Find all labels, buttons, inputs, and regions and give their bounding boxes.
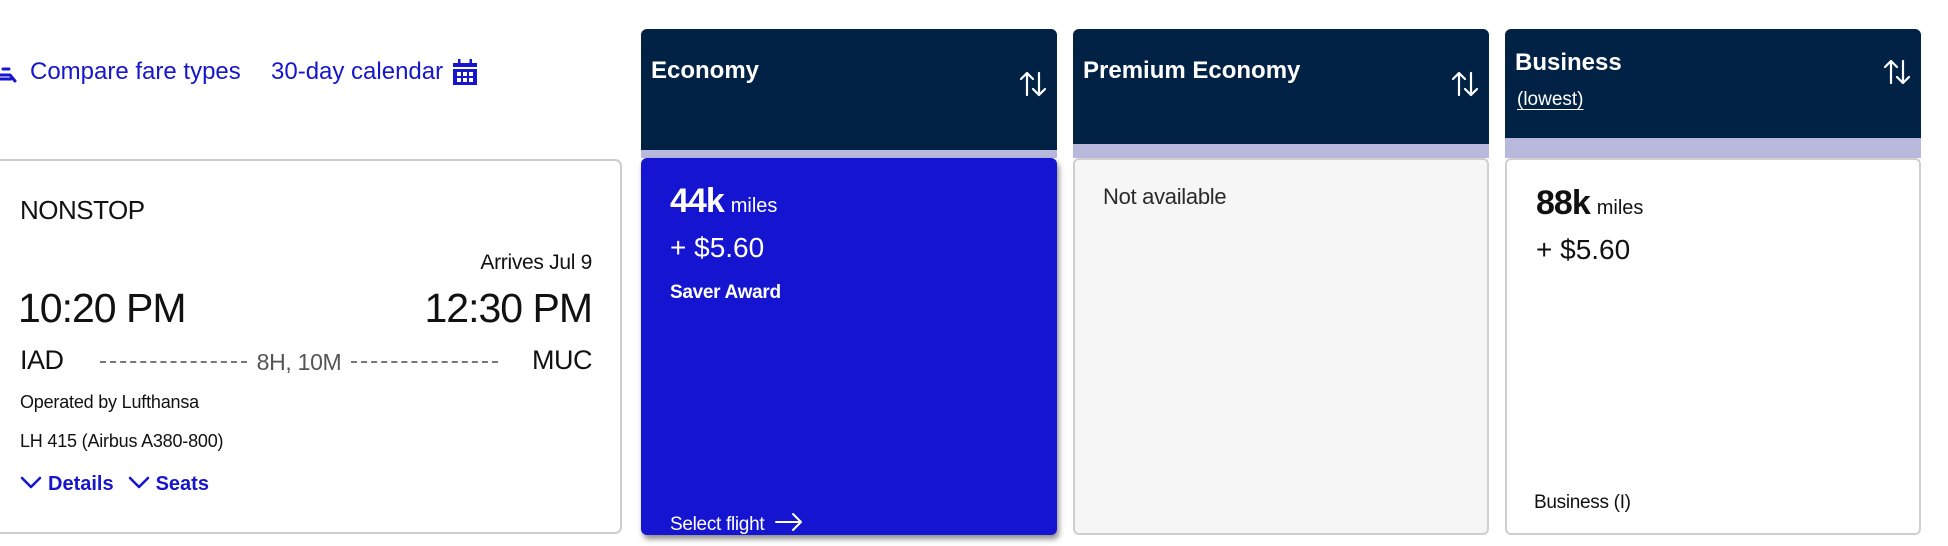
sort-arrows-icon[interactable] <box>1883 57 1911 92</box>
stops-label: NONSTOP <box>20 195 145 225</box>
departure-time: 10:20 PM <box>18 285 186 331</box>
origin-airport: IAD <box>20 345 64 375</box>
details-toggle[interactable]: Details <box>20 473 114 496</box>
miles-unit: miles <box>1596 197 1644 219</box>
cabin-booking-code: Business (I) <box>1534 492 1631 513</box>
seat-icon <box>0 59 20 85</box>
miles-price: 88k miles <box>1536 184 1643 223</box>
duration-row: 8H, 10M <box>90 347 508 377</box>
lowest-fare-link[interactable]: (lowest) <box>1517 89 1584 111</box>
route-line <box>351 361 499 363</box>
arrival-time: 12:30 PM <box>424 285 593 331</box>
chevron-down-icon <box>20 473 42 496</box>
cabin-title: Economy <box>651 57 760 84</box>
operated-by: Operated by Lufthansa <box>20 392 199 412</box>
seats-label: Seats <box>155 473 209 495</box>
not-available-message: Not available <box>1103 184 1227 209</box>
compare-fare-types-label: Compare fare types <box>30 58 241 85</box>
cash-price: + $5.60 <box>670 232 765 263</box>
miles-price: 44k miles <box>670 182 777 221</box>
miles-amount: 88k <box>1536 184 1591 222</box>
miles-unit: miles <box>730 195 778 217</box>
fare-strip <box>1505 138 1921 158</box>
select-flight-button[interactable]: Select flight <box>670 512 804 538</box>
calendar-icon <box>452 58 478 86</box>
fare-card-premium-economy: Not available <box>1073 158 1489 535</box>
compare-fare-types-link[interactable]: Compare fare types <box>0 54 241 90</box>
arrow-right-icon <box>774 512 804 538</box>
chevron-down-icon <box>128 473 150 496</box>
sort-arrows-icon[interactable] <box>1451 69 1479 104</box>
fare-strip <box>641 150 1057 158</box>
fare-card-business[interactable]: 88k miles + $5.60 Business (I) <box>1505 158 1921 535</box>
fare-strip <box>1073 144 1489 158</box>
flight-number: LH 415 (Airbus A380-800) <box>20 431 224 451</box>
thirty-day-calendar-link[interactable]: 30-day calendar <box>271 54 478 90</box>
fare-header-business[interactable]: Business (lowest) <box>1505 29 1921 138</box>
destination-airport: MUC <box>532 345 593 375</box>
arrival-date-note: Arrives Jul 9 <box>480 251 592 274</box>
fare-header-economy[interactable]: Economy <box>641 29 1057 150</box>
flight-details-card: NONSTOP Arrives Jul 9 10:20 PM 12:30 PM … <box>0 159 622 534</box>
fare-card-economy[interactable]: 44k miles + $5.60 Saver Award Select fli… <box>641 158 1057 535</box>
miles-amount: 44k <box>670 182 725 220</box>
cabin-title: Business <box>1515 49 1622 76</box>
flight-duration: 8H, 10M <box>256 348 342 375</box>
cash-price: + $5.60 <box>1536 234 1631 265</box>
details-label: Details <box>48 473 114 495</box>
sort-arrows-icon[interactable] <box>1019 69 1047 104</box>
cabin-title: Premium Economy <box>1083 57 1301 84</box>
calendar-link-label: 30-day calendar <box>271 58 444 85</box>
fare-header-premium-economy[interactable]: Premium Economy <box>1073 29 1489 144</box>
select-flight-label: Select flight <box>670 514 765 535</box>
seats-toggle[interactable]: Seats <box>128 473 209 496</box>
award-type: Saver Award <box>670 282 781 303</box>
route-line <box>100 361 247 363</box>
flight-expand-links: Details Seats <box>20 473 209 496</box>
